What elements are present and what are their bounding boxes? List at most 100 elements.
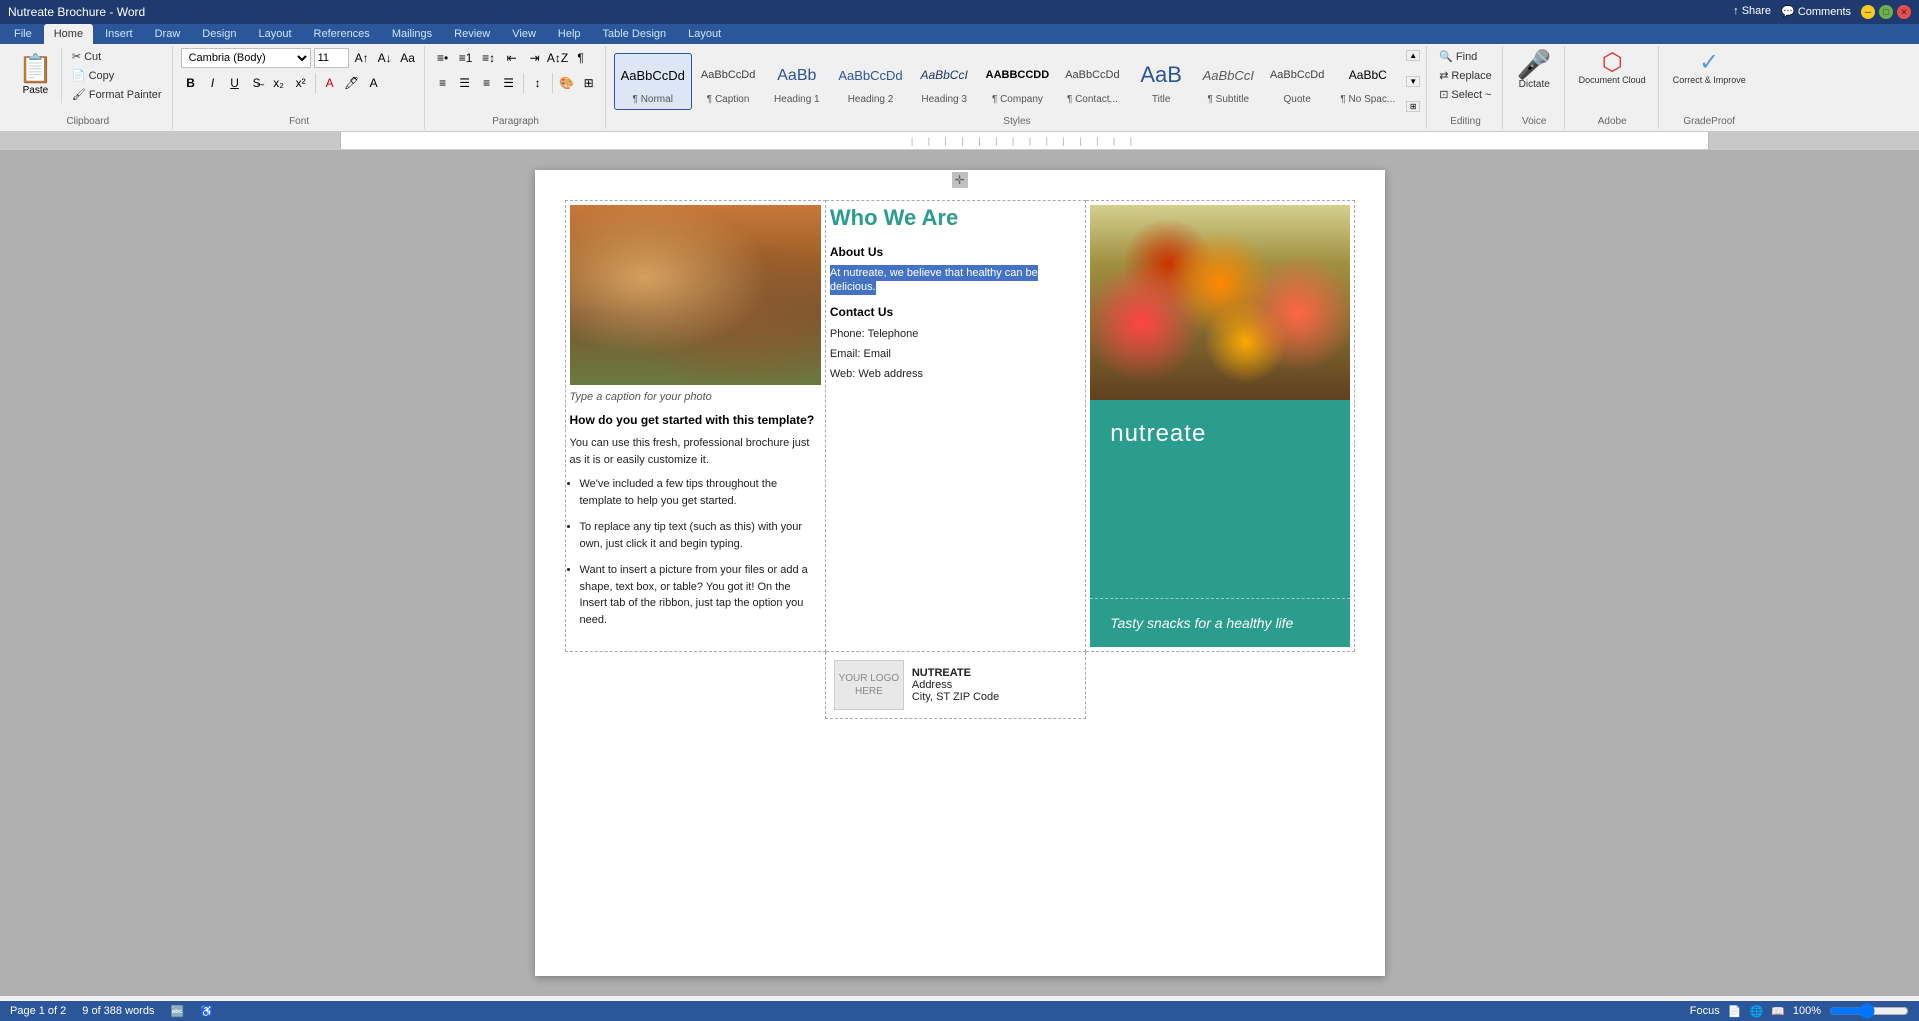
close-btn[interactable]: ✕ (1897, 5, 1911, 19)
strikethrough-btn[interactable]: S̶ (247, 73, 267, 93)
tab-table-design[interactable]: Table Design (593, 24, 677, 44)
footer-address[interactable]: Address (912, 679, 999, 691)
highlight-btn[interactable]: 🖊 (342, 73, 362, 93)
style-company[interactable]: AABBCCDD ¶ Company (979, 53, 1057, 110)
font-shrink-btn[interactable]: A↓ (375, 48, 395, 68)
tab-insert[interactable]: Insert (95, 24, 143, 44)
replace-btn[interactable]: ⇄ Replace (1435, 67, 1496, 84)
style-title[interactable]: AaB Title (1129, 53, 1194, 110)
italic-btn[interactable]: I (203, 73, 223, 93)
body-intro[interactable]: You can use this fresh, professional bro… (570, 435, 821, 468)
tab-view[interactable]: View (502, 24, 546, 44)
paragraph-label: Paragraph (492, 114, 539, 127)
share-btn[interactable]: ↑ Share (1733, 5, 1771, 19)
about-us-heading[interactable]: About Us (830, 245, 1081, 259)
about-us-body[interactable]: At nutreate, we believe that healthy can… (830, 265, 1081, 293)
tab-design[interactable]: Design (192, 24, 246, 44)
footer-company[interactable]: NUTREATE (912, 667, 999, 679)
tab-mailings[interactable]: Mailings (382, 24, 442, 44)
style-quote[interactable]: AaBbCcDd Quote (1263, 53, 1331, 110)
underline-btn[interactable]: U (225, 73, 245, 93)
tab-file[interactable]: File (4, 24, 42, 44)
tab-home[interactable]: Home (44, 24, 93, 44)
who-we-are-title[interactable]: Who We Are (830, 205, 1081, 231)
font-name-select[interactable]: Cambria (Body) (181, 48, 311, 68)
cut-btn[interactable]: ✂ Cut (68, 48, 166, 65)
tab-review[interactable]: Review (444, 24, 500, 44)
style-subtitle[interactable]: AaBbCcI ¶ Subtitle (1196, 53, 1261, 110)
tagline[interactable]: Tasty snacks for a healthy life (1110, 615, 1329, 631)
style-nospace[interactable]: AaBbC ¶ No Spac... (1333, 53, 1402, 110)
line-spacing-btn[interactable]: ↕ (528, 73, 548, 93)
question-heading[interactable]: How do you get started with this templat… (570, 413, 821, 427)
bullet-3[interactable]: Want to insert a picture from your files… (580, 562, 821, 628)
focus-btn[interactable]: Focus (1690, 1005, 1720, 1017)
styles-scroll-up[interactable]: ▲ (1406, 50, 1420, 61)
dictate-btn[interactable]: 🎤 Dictate (1511, 48, 1558, 93)
style-contact[interactable]: AaBbCcDd ¶ Contact... (1058, 53, 1126, 110)
style-caption[interactable]: AaBbCcDd ¶ Caption (694, 53, 762, 110)
styles-scroll-down[interactable]: ▼ (1406, 76, 1420, 87)
border-btn[interactable]: ⊞ (579, 73, 599, 93)
shading-btn[interactable]: 🎨 (557, 73, 577, 93)
brand-name[interactable]: nutreate (1110, 420, 1329, 448)
document-cloud-btn[interactable]: ⬡ Document Cloud (1573, 48, 1652, 88)
multilevel-btn[interactable]: ≡↕ (479, 48, 499, 68)
increase-indent-btn[interactable]: ⇥ (525, 48, 545, 68)
contact-us-heading[interactable]: Contact Us (830, 305, 1081, 319)
bullet-list-btn[interactable]: ≡• (433, 48, 453, 68)
tab-references[interactable]: References (304, 24, 380, 44)
superscript-btn[interactable]: x² (291, 73, 311, 93)
bullet-2[interactable]: To replace any tip text (such as this) w… (580, 519, 821, 552)
flowers-inner (1090, 205, 1349, 400)
move-handle[interactable]: ✛ (952, 172, 968, 188)
clear-format-btn[interactable]: Aa (398, 48, 418, 68)
subscript-btn[interactable]: x₂ (269, 73, 289, 93)
font-color-btn[interactable]: A (364, 73, 384, 93)
align-center-btn[interactable]: ☰ (455, 73, 475, 93)
text-color-btn[interactable]: A (320, 73, 340, 93)
justify-btn[interactable]: ☰ (499, 73, 519, 93)
view-mode-web[interactable]: 🌐 (1749, 1005, 1763, 1018)
flowers-photo[interactable] (1090, 205, 1349, 400)
numbered-list-btn[interactable]: ≡1 (456, 48, 476, 68)
comments-btn[interactable]: 💬 Comments (1781, 5, 1851, 19)
left-photo[interactable] (570, 205, 821, 385)
view-mode-reader[interactable]: 📖 (1771, 1005, 1785, 1018)
font-grow-btn[interactable]: A↑ (352, 48, 372, 68)
find-btn[interactable]: 🔍 Find (1435, 48, 1481, 65)
bullet-1[interactable]: We've included a few tips throughout the… (580, 476, 821, 509)
tab-layout2[interactable]: Layout (678, 24, 731, 44)
align-right-btn[interactable]: ≡ (477, 73, 497, 93)
tab-draw[interactable]: Draw (145, 24, 191, 44)
footer-city[interactable]: City, ST ZIP Code (912, 691, 999, 703)
bold-btn[interactable]: B (181, 73, 201, 93)
copy-btn[interactable]: 📄 Copy (68, 67, 166, 84)
photo-caption[interactable]: Type a caption for your photo (570, 385, 821, 413)
accessibility-btn[interactable]: ♿ (200, 1005, 214, 1018)
contact-phone[interactable]: Phone: Telephone (830, 325, 1081, 345)
zoom-slider[interactable] (1829, 1003, 1909, 1019)
tab-help[interactable]: Help (548, 24, 591, 44)
sort-btn[interactable]: A↕Z (548, 48, 568, 68)
style-normal[interactable]: AaBbCcDd ¶ Normal (614, 53, 692, 110)
maximize-btn[interactable]: □ (1879, 5, 1893, 19)
correct-improve-btn[interactable]: ✓ Correct & Improve (1667, 48, 1752, 88)
contact-web[interactable]: Web: Web address (830, 365, 1081, 385)
contact-email[interactable]: Email: Email (830, 345, 1081, 365)
style-heading1[interactable]: AaBb Heading 1 (764, 53, 829, 110)
minimize-btn[interactable]: ─ (1861, 5, 1875, 19)
styles-expand[interactable]: ⊞ (1406, 101, 1420, 112)
tab-layout[interactable]: Layout (249, 24, 302, 44)
style-heading3[interactable]: AaBbCcI Heading 3 (912, 53, 977, 110)
paste-btn[interactable]: 📋 Paste (10, 48, 62, 103)
format-painter-btn[interactable]: 🖌 Format Painter (68, 86, 166, 103)
logo-placeholder[interactable]: YOUR LOGO HERE (834, 660, 904, 710)
view-mode-print[interactable]: 📄 (1728, 1005, 1742, 1018)
show-marks-btn[interactable]: ¶ (571, 48, 591, 68)
decrease-indent-btn[interactable]: ⇤ (502, 48, 522, 68)
align-left-btn[interactable]: ≡ (433, 73, 453, 93)
select-btn[interactable]: ⊡ Select ~ (1435, 86, 1495, 103)
font-size-input[interactable] (314, 48, 349, 68)
style-heading2[interactable]: AaBbCcDd Heading 2 (831, 53, 909, 110)
